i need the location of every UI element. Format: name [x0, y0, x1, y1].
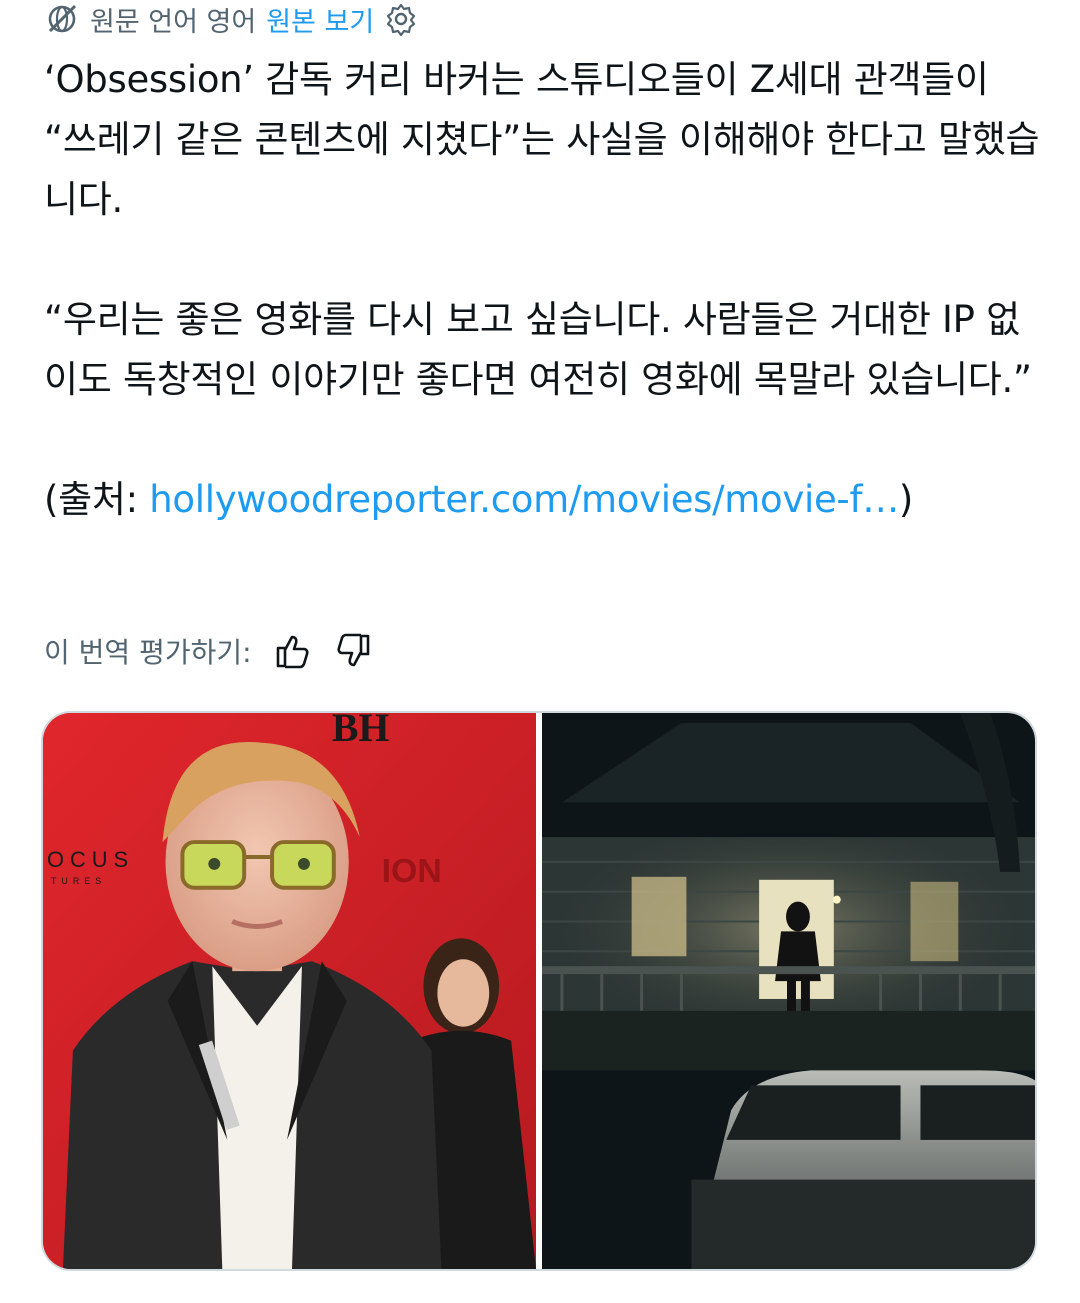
source-prefix: (출처:	[44, 478, 150, 521]
show-original-link[interactable]: 원본 보기	[266, 0, 374, 39]
source-line: (출처: hollywoodreporter.com/movies/movie-…	[44, 470, 1044, 530]
rate-translation-bar: 이 번역 평가하기:	[44, 626, 376, 676]
photo-director-red-carpet[interactable]: BH OCUS TURES ION	[43, 713, 536, 1269]
thumbs-up-icon[interactable]	[270, 629, 314, 673]
photo-house-night-scene[interactable]	[542, 713, 1035, 1269]
globe-slash-icon	[44, 1, 80, 37]
rate-translation-label: 이 번역 평가하기:	[44, 636, 252, 669]
post-quote: “우리는 좋은 영화를 다시 보고 싶습니다. 사람들은 거대한 IP 없이도 …	[44, 298, 1032, 401]
source-link[interactable]: hollywoodreporter.com/movies/movie-f…	[149, 478, 899, 521]
thumbs-down-icon[interactable]	[332, 629, 376, 673]
media-grid: BH OCUS TURES ION	[41, 711, 1037, 1271]
post-paragraph: ‘Obsession’ 감독 커리 바커는 스튜디오들이 Z세대 관객들이 “쓰…	[44, 58, 1040, 221]
logo-bh-text: BH	[332, 713, 390, 750]
backdrop-text: ION	[382, 852, 442, 890]
post-body: ‘Obsession’ 감독 커리 바커는 스튜디오들이 Z세대 관객들이 “쓰…	[44, 50, 1044, 530]
sponsor-sub-text: TURES	[51, 876, 106, 886]
gear-icon[interactable]	[384, 2, 418, 36]
translation-bar: 원문 언어 영어 원본 보기	[44, 0, 418, 38]
sponsor-text: OCUS	[47, 847, 134, 872]
source-language-label: 원문 언어 영어	[90, 6, 257, 38]
source-suffix: )	[898, 478, 914, 521]
